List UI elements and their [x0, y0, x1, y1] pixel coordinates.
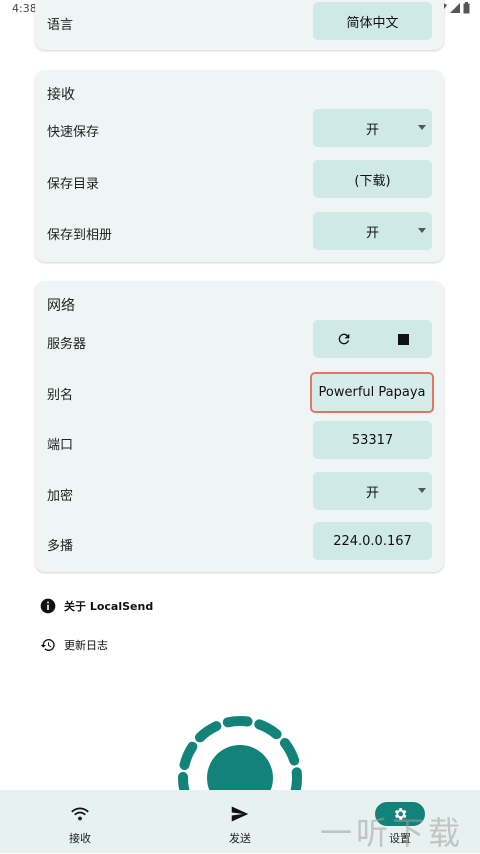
watermark: 一听下载 [320, 814, 465, 852]
server-controls [313, 320, 432, 358]
changelog-label: 更新日志 [64, 639, 108, 652]
nav-send-label: 发送 [229, 832, 251, 845]
network-card: 网络 服务器 别名 Powerful Papaya 端口 53317 加密 开 … [35, 281, 444, 572]
port-input[interactable]: 53317 [313, 421, 432, 459]
refresh-icon[interactable] [336, 331, 352, 347]
battery-icon [463, 2, 470, 14]
chevron-down-icon [418, 125, 426, 130]
nav-receive-label: 接收 [69, 832, 91, 845]
language-dropdown[interactable]: 简体中文 [313, 2, 432, 40]
save-to-gallery-label: 保存到相册 [47, 228, 113, 243]
nav-receive-icon-wrap [55, 802, 105, 826]
language-label: 语言 [47, 18, 74, 33]
language-value: 简体中文 [346, 15, 399, 31]
save-to-gallery-value: 开 [365, 225, 379, 241]
save-to-gallery-dropdown[interactable]: 开 [313, 212, 432, 250]
alias-label: 别名 [47, 388, 74, 403]
quick-save-label: 快速保存 [47, 125, 100, 140]
quick-save-value: 开 [365, 122, 379, 138]
nav-receive[interactable]: 接收 [20, 790, 140, 853]
encryption-dropdown[interactable]: 开 [313, 472, 432, 510]
save-dir-value: (下载) [354, 173, 391, 189]
save-dir-label: 保存目录 [47, 177, 100, 192]
history-icon [40, 639, 55, 651]
status-time: 4:38 [12, 2, 37, 15]
encryption-label: 加密 [47, 489, 74, 504]
server-label: 服务器 [47, 337, 87, 352]
quick-save-dropdown[interactable]: 开 [313, 109, 432, 147]
wifi-icon [71, 807, 89, 821]
alias-input[interactable]: Powerful Papaya [310, 372, 434, 413]
nav-send-icon-wrap [215, 802, 265, 826]
receive-card: 接收 快速保存 开 保存目录 (下载) 保存到相册 开 [35, 70, 444, 262]
chevron-down-icon [418, 228, 426, 233]
port-label: 端口 [47, 438, 74, 453]
multicast-value: 224.0.0.167 [333, 533, 412, 549]
about-localsend-link[interactable]: 关于 LocalSend [40, 598, 153, 614]
multicast-input[interactable]: 224.0.0.167 [313, 522, 432, 560]
chevron-down-icon [418, 488, 426, 493]
port-value: 53317 [351, 432, 394, 448]
receive-title: 接收 [47, 87, 75, 103]
multicast-label: 多播 [47, 539, 74, 554]
send-icon [231, 806, 249, 822]
stop-icon[interactable] [398, 333, 409, 345]
encryption-value: 开 [365, 485, 379, 501]
info-icon [40, 598, 56, 614]
signal-icon [450, 3, 460, 13]
alias-value: Powerful Papaya [318, 385, 426, 400]
about-label: 关于 LocalSend [64, 600, 154, 613]
changelog-link[interactable]: 更新日志 [40, 637, 108, 653]
general-settings-card: 语言 简体中文 [35, 0, 444, 50]
nav-send[interactable]: 发送 [180, 790, 300, 853]
save-dir-button[interactable]: (下载) [313, 160, 432, 198]
network-title: 网络 [47, 298, 75, 314]
